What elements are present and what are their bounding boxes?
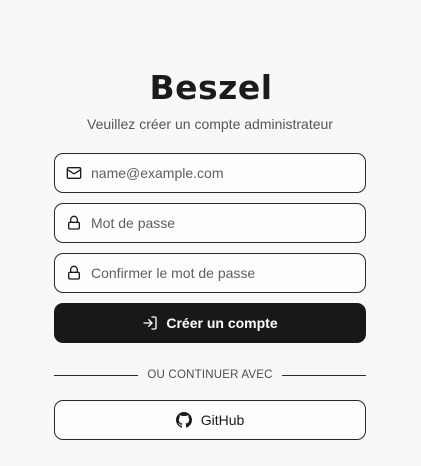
confirm-password-field[interactable]: [54, 253, 366, 293]
confirm-password-input[interactable]: [91, 254, 365, 292]
github-icon: [175, 412, 192, 428]
email-input[interactable]: [91, 154, 365, 192]
password-input[interactable]: [91, 204, 365, 242]
app-logo: Beszel: [149, 68, 273, 107]
lock-icon: [66, 215, 82, 231]
github-login-button[interactable]: GitHub: [54, 400, 366, 440]
divider-line-right: [281, 374, 367, 376]
mail-icon: [66, 165, 82, 181]
github-label: GitHub: [200, 412, 245, 428]
page-subtitle: Veuillez créer un compte administrateur: [87, 116, 333, 132]
create-account-button[interactable]: Créer un compte: [54, 303, 366, 343]
divider-line-left: [54, 374, 139, 376]
signup-card: Beszel Veuillez créer un compte administ…: [54, 66, 367, 440]
email-field[interactable]: [54, 153, 366, 193]
divider: OU CONTINUER AVEC: [54, 368, 367, 382]
log-in-icon: [142, 315, 158, 331]
create-account-label: Créer un compte: [166, 315, 278, 331]
lock-icon: [66, 265, 82, 281]
password-field[interactable]: [54, 203, 366, 243]
divider-text: OU CONTINUER AVEC: [147, 369, 273, 381]
